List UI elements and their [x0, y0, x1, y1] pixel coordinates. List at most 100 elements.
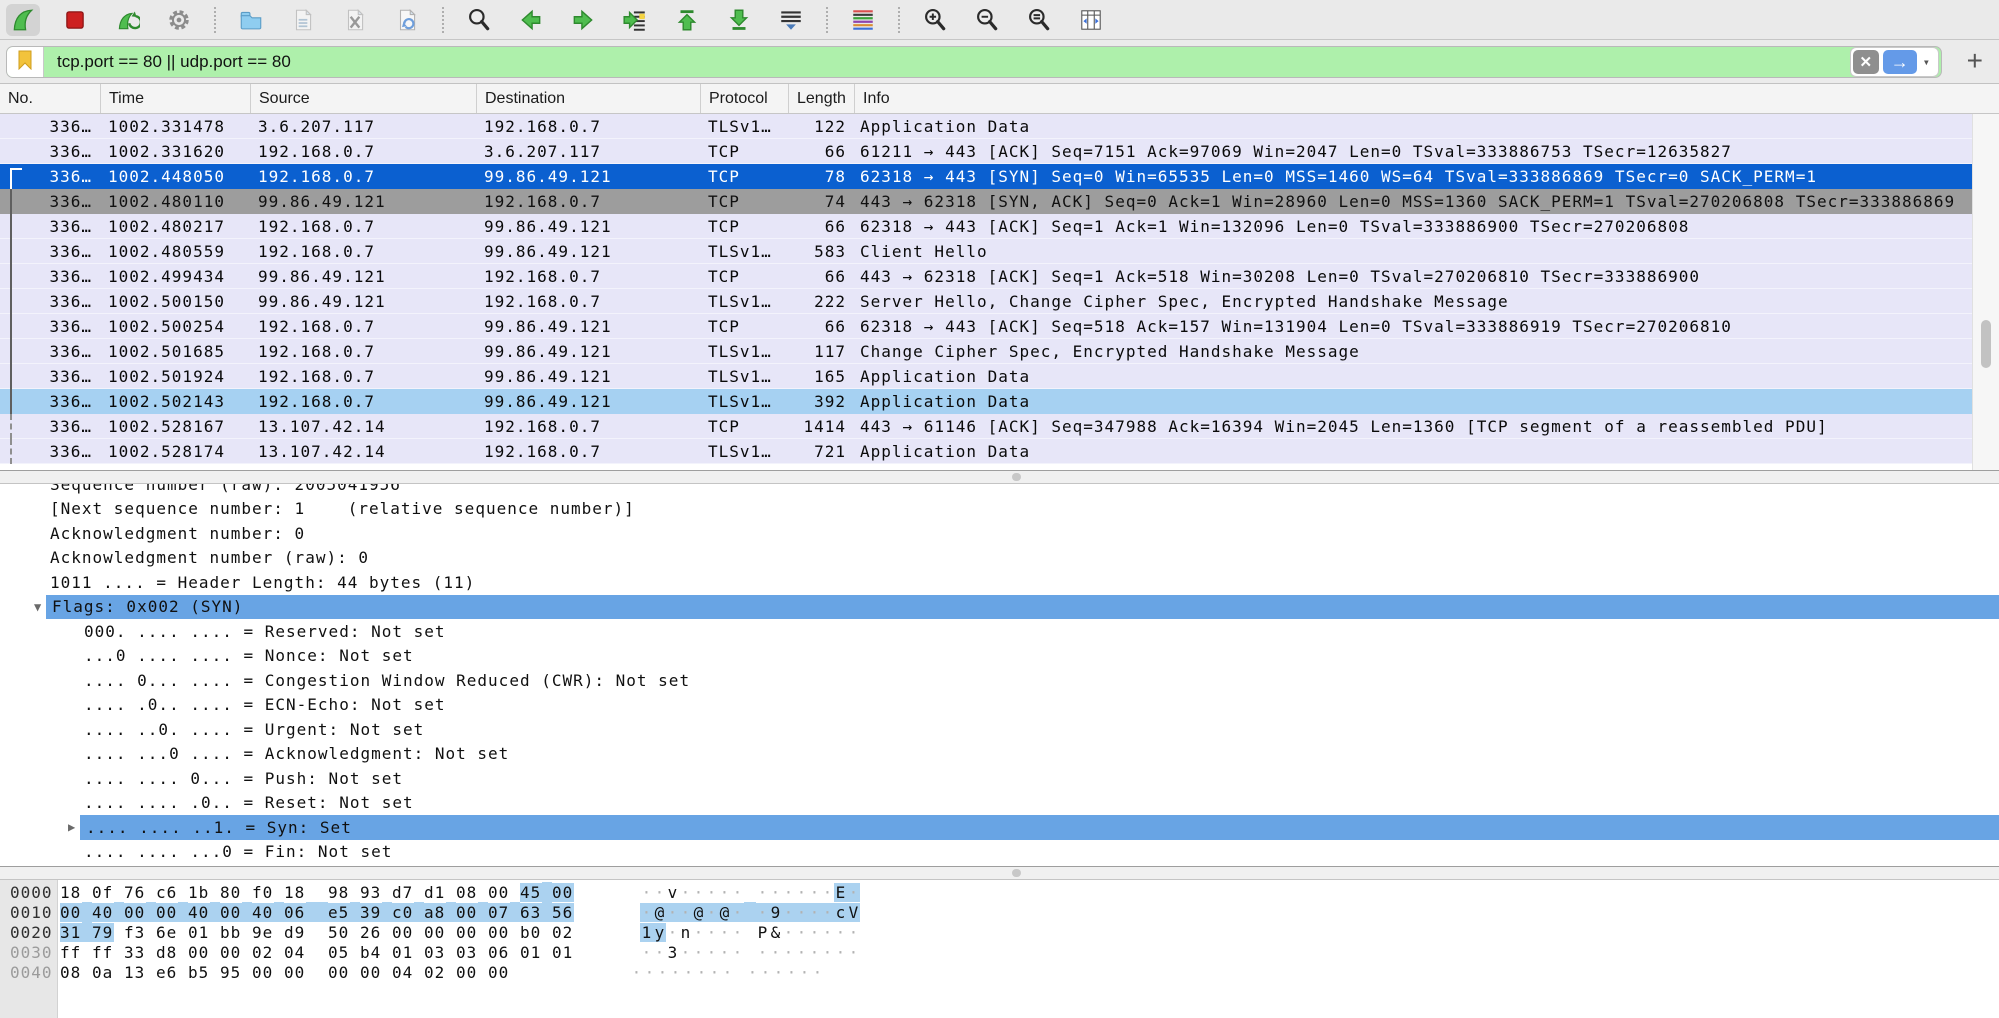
ascii-char[interactable]: · — [721, 963, 734, 982]
ascii-char[interactable]: 3 — [666, 943, 679, 962]
detail-line[interactable]: Acknowledgment number (raw): 0 — [0, 546, 1999, 571]
ascii-char[interactable]: · — [756, 883, 769, 902]
hex-byte[interactable]: ff — [92, 943, 114, 962]
ascii-char[interactable]: c — [834, 903, 847, 922]
ascii-char[interactable]: · — [679, 943, 692, 962]
ascii-char[interactable]: · — [821, 943, 834, 962]
ascii-char[interactable]: P — [756, 923, 769, 942]
stop-capture-button[interactable] — [58, 4, 92, 36]
hex-byte[interactable]: 00 — [156, 903, 178, 922]
packet-row[interactable]: 336…1002.52817413.107.42.14192.168.0.7TL… — [0, 439, 1972, 464]
column-header-time[interactable]: Time — [100, 84, 250, 113]
hex-byte[interactable]: 6e — [156, 923, 178, 942]
hex-byte[interactable]: 1b — [188, 883, 210, 902]
first-packet-button[interactable] — [670, 4, 704, 36]
ascii-char[interactable]: v — [666, 883, 679, 902]
hex-byte[interactable]: 03 — [424, 943, 446, 962]
packet-row[interactable]: 336…1002.501685192.168.0.799.86.49.121TL… — [0, 339, 1972, 364]
detail-line[interactable]: .... ...0 .... = Acknowledgment: Not set — [0, 742, 1999, 767]
packet-row[interactable]: 336…1002.448050192.168.0.799.86.49.121TC… — [0, 164, 1972, 189]
ascii-char[interactable]: · — [630, 963, 643, 982]
ascii-char[interactable]: · — [808, 903, 821, 922]
ascii-char[interactable]: · — [692, 923, 705, 942]
ascii-char[interactable]: · — [731, 943, 744, 962]
hex-byte[interactable]: 00 — [360, 963, 382, 982]
ascii-char[interactable]: · — [756, 903, 769, 922]
packet-row[interactable]: 336…1002.501924192.168.0.799.86.49.121TL… — [0, 364, 1972, 389]
ascii-char[interactable]: · — [731, 883, 744, 902]
packet-row[interactable]: 336…1002.502143192.168.0.799.86.49.121TL… — [0, 389, 1972, 414]
capture-options-button[interactable] — [162, 4, 196, 36]
ascii-char[interactable]: · — [653, 883, 666, 902]
ascii-char[interactable]: · — [798, 963, 811, 982]
ascii-char[interactable]: · — [847, 923, 860, 942]
ascii-char[interactable]: · — [666, 923, 679, 942]
detail-line[interactable]: .... ..0. .... = Urgent: Not set — [0, 717, 1999, 742]
hex-byte[interactable]: 08 — [456, 883, 478, 902]
hex-byte[interactable]: b0 — [520, 923, 542, 942]
ascii-char[interactable]: · — [669, 963, 682, 982]
filter-apply-button[interactable]: → — [1883, 50, 1917, 74]
packet-row[interactable]: 336…1002.49943499.86.49.121192.168.0.7TC… — [0, 264, 1972, 289]
hex-byte[interactable]: 00 — [488, 923, 510, 942]
hex-byte[interactable]: 79 — [92, 923, 114, 942]
ascii-char[interactable]: · — [746, 963, 759, 982]
ascii-char[interactable]: · — [653, 943, 666, 962]
ascii-char[interactable]: n — [679, 923, 692, 942]
hex-byte[interactable]: 93 — [360, 883, 382, 902]
hex-byte[interactable]: 01 — [520, 943, 542, 962]
hex-byte[interactable]: 50 — [328, 923, 350, 942]
collapse-icon[interactable]: ▼ — [34, 600, 41, 614]
detail-line[interactable]: .... .... ...0 = Fin: Not set — [0, 840, 1999, 865]
auto-scroll-button[interactable] — [774, 4, 808, 36]
detail-line[interactable]: 1011 .... = Header Length: 44 bytes (11) — [0, 570, 1999, 595]
ascii-char[interactable]: · — [782, 943, 795, 962]
hex-byte[interactable]: a8 — [424, 903, 446, 922]
detail-line[interactable]: ▶.... .... ..1. = Syn: Set — [0, 815, 1999, 840]
go-to-packet-button[interactable] — [618, 4, 652, 36]
ascii-char[interactable]: E — [834, 883, 847, 902]
column-header-source[interactable]: Source — [250, 84, 476, 113]
packet-row[interactable]: 336…1002.48011099.86.49.121192.168.0.7TC… — [0, 189, 1972, 214]
hex-byte[interactable]: 00 — [488, 963, 510, 982]
ascii-char[interactable]: · — [834, 923, 847, 942]
ascii-char[interactable]: · — [782, 883, 795, 902]
hex-byte[interactable]: 01 — [552, 943, 574, 962]
hex-byte[interactable]: 04 — [392, 963, 414, 982]
ascii-char[interactable]: 9 — [769, 903, 782, 922]
colorize-packets-button[interactable] — [846, 4, 880, 36]
splitter-details-bytes[interactable] — [0, 866, 1999, 880]
save-file-button[interactable] — [286, 4, 320, 36]
restart-capture-button[interactable] — [110, 4, 144, 36]
hex-byte[interactable]: d9 — [284, 923, 306, 942]
packet-list-scrollbar[interactable] — [1972, 114, 1999, 470]
open-file-button[interactable] — [234, 4, 268, 36]
ascii-char[interactable]: · — [821, 883, 834, 902]
ascii-char[interactable]: · — [679, 903, 692, 922]
hex-byte[interactable]: c0 — [392, 903, 414, 922]
hex-byte[interactable]: 00 — [488, 883, 510, 902]
ascii-char[interactable]: & — [769, 923, 782, 942]
detail-line[interactable]: Sequence number (raw): 2005041956 — [0, 484, 1999, 497]
ascii-char[interactable]: · — [718, 923, 731, 942]
packet-row[interactable]: 336…1002.500254192.168.0.799.86.49.121TC… — [0, 314, 1972, 339]
zoom-in-button[interactable] — [918, 4, 952, 36]
hex-byte[interactable]: d7 — [392, 883, 414, 902]
expand-icon[interactable]: ▶ — [68, 820, 75, 834]
hex-byte[interactable]: 00 — [328, 963, 350, 982]
hex-byte[interactable]: 01 — [392, 943, 414, 962]
ascii-char[interactable]: · — [640, 883, 653, 902]
ascii-char[interactable]: · — [640, 903, 653, 922]
hex-byte[interactable]: 18 — [60, 883, 82, 902]
ascii-char[interactable]: 1 — [640, 923, 653, 942]
hex-byte[interactable]: 40 — [252, 903, 274, 922]
ascii-char[interactable]: · — [692, 883, 705, 902]
ascii-char[interactable]: · — [705, 923, 718, 942]
ascii-char[interactable]: y — [653, 923, 666, 942]
hex-byte[interactable]: e6 — [156, 963, 178, 982]
find-packet-button[interactable] — [462, 4, 496, 36]
ascii-char[interactable]: @ — [653, 903, 666, 922]
ascii-char[interactable]: @ — [718, 903, 731, 922]
column-header-protocol[interactable]: Protocol — [700, 84, 788, 113]
ascii-char[interactable]: · — [718, 883, 731, 902]
